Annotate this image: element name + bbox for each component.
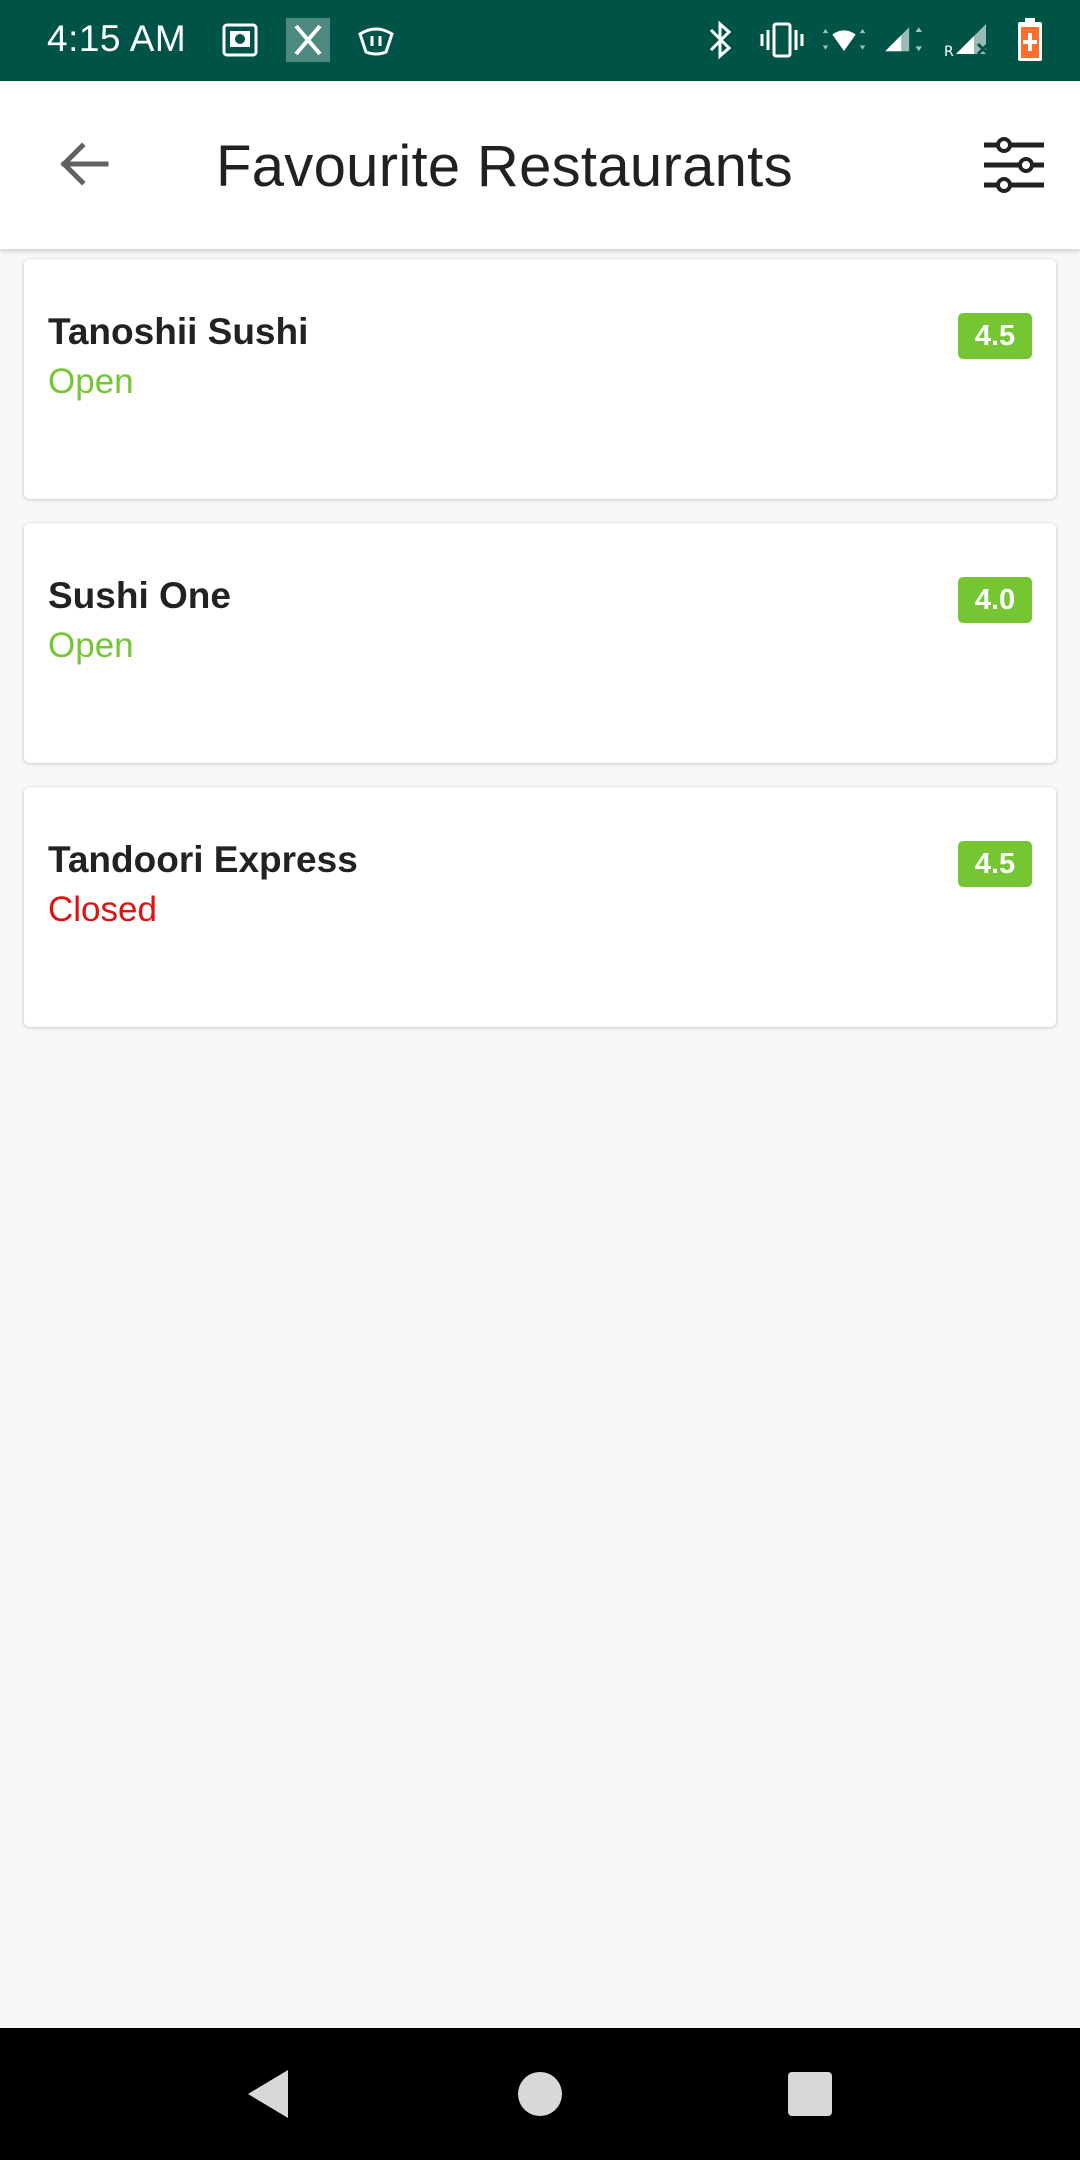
system-icons: R (696, 16, 1054, 64)
triangle-back-icon (248, 2070, 288, 2118)
roaming-signal-icon: R (944, 16, 992, 64)
system-nav-bar (0, 2028, 1080, 2160)
restaurant-card[interactable]: Tandoori Express Closed 4.5 (24, 787, 1056, 1027)
vibrate-icon (758, 16, 806, 64)
x-app-notification-icon (284, 16, 332, 64)
back-button[interactable] (44, 121, 124, 207)
page-title: Favourite Restaurants (216, 134, 793, 199)
arrow-back-icon (60, 142, 109, 186)
battery-charging-icon (1006, 16, 1054, 64)
restaurant-card[interactable]: Tanoshii Sushi Open 4.5 (24, 259, 1056, 499)
status-bar: 4:15 AM R (0, 0, 1080, 81)
rating-badge: 4.5 (958, 313, 1032, 359)
restaurant-name: Tanoshii Sushi (48, 311, 309, 352)
nav-recents-button[interactable] (774, 2058, 846, 2130)
circle-home-icon (518, 2072, 562, 2116)
nav-home-button[interactable] (504, 2058, 576, 2130)
cell-signal-icon (882, 16, 930, 64)
status-time: 4:15 AM (47, 18, 187, 59)
rating-badge: 4.0 (958, 577, 1032, 623)
app-notification-icon (352, 16, 400, 64)
restaurant-status: Open (48, 362, 134, 401)
notification-icons (216, 16, 400, 64)
restaurant-status: Open (48, 626, 134, 665)
photo-notification-icon (216, 16, 264, 64)
restaurant-name: Sushi One (48, 575, 231, 616)
app-bar: Favourite Restaurants (0, 81, 1080, 249)
square-recents-icon (788, 2072, 832, 2116)
bluetooth-icon (696, 16, 744, 64)
restaurant-status: Closed (48, 890, 157, 929)
nav-back-button[interactable] (232, 2058, 304, 2130)
tune-sliders-icon (984, 137, 1044, 193)
filter-button[interactable] (974, 125, 1054, 205)
svg-text:R: R (944, 44, 954, 60)
restaurant-card[interactable]: Sushi One Open 4.0 (24, 523, 1056, 763)
wifi-icon (820, 16, 868, 64)
restaurant-name: Tandoori Express (48, 839, 358, 880)
rating-badge: 4.5 (958, 841, 1032, 887)
